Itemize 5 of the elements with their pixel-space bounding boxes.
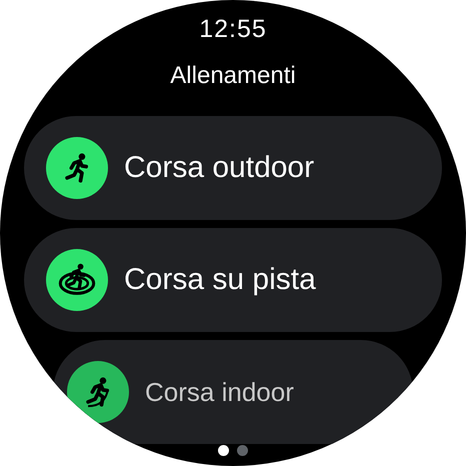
screen-title: Allenamenti — [170, 62, 296, 90]
workout-item[interactable]: Corsa outdoor — [24, 116, 442, 220]
workout-item[interactable]: Corsa su pista — [24, 228, 442, 332]
workout-item[interactable]: Corsa indoor — [53, 340, 413, 444]
clock-time: 12:55 — [199, 15, 267, 44]
